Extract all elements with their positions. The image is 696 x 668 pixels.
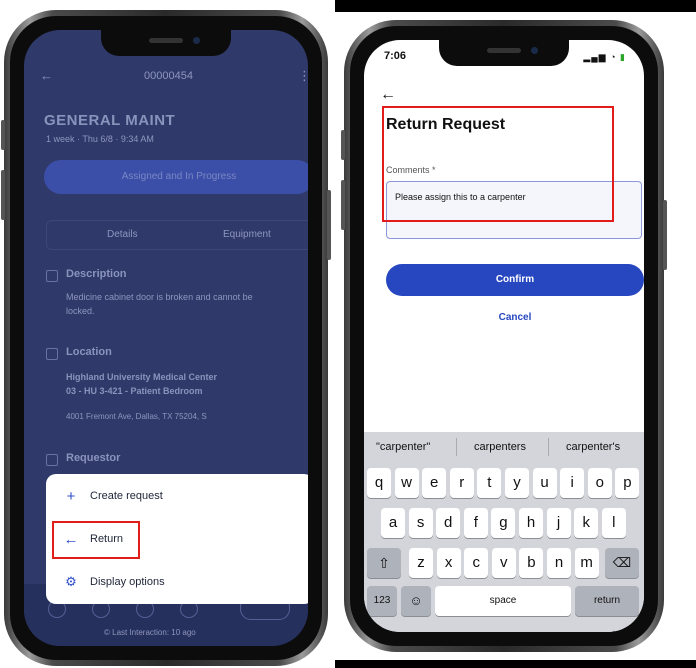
right-phone-frame: 7:06 ▂▄▆ ◔ ▮ ← Return Request Comments *…: [341, 20, 667, 652]
suggestion-3[interactable]: carpenter's: [566, 441, 620, 453]
location-label: Location: [66, 346, 112, 358]
return-key[interactable]: return: [575, 586, 639, 616]
status-icons: ▂▄▆ ◔ ▮: [583, 52, 626, 63]
location-name-line1: Highland University Medical Center: [66, 372, 218, 382]
key-b[interactable]: b: [519, 548, 544, 578]
signal-icon: ▂▄▆: [583, 52, 607, 62]
key-l[interactable]: l: [601, 508, 626, 538]
left-screen: ← 00000454 ⋮ GENERAL MAINT 1 week · Thu …: [24, 30, 308, 646]
key-n[interactable]: n: [547, 548, 571, 578]
key-g[interactable]: g: [491, 508, 516, 538]
key-m[interactable]: m: [574, 548, 599, 578]
work-order-id: 00000454: [144, 70, 193, 82]
location-address: 4001 Fremont Ave, Dallas, TX 75204, S: [66, 412, 207, 421]
location-name-line2: 03 - HU 3-421 - Patient Bedroom: [66, 386, 203, 396]
wifi-icon: ◔: [610, 52, 617, 62]
notch: [439, 40, 569, 66]
volume-up-button: [1, 170, 5, 220]
suggestion-1[interactable]: "carpenter": [376, 441, 430, 453]
key-y[interactable]: y: [505, 468, 529, 498]
more-icon[interactable]: ⋮: [298, 68, 308, 84]
key-t[interactable]: t: [477, 468, 502, 498]
key-s[interactable]: s: [408, 508, 433, 538]
right-screen: 7:06 ▂▄▆ ◔ ▮ ← Return Request Comments *…: [364, 40, 644, 632]
key-u[interactable]: u: [532, 468, 557, 498]
key-i[interactable]: i: [560, 468, 585, 498]
key-x[interactable]: x: [436, 548, 461, 578]
key-p[interactable]: p: [615, 468, 640, 498]
last-interaction-text: © Last Interaction: 10 ago: [104, 628, 196, 637]
key-j[interactable]: j: [546, 508, 571, 538]
volume-up-button: [341, 180, 345, 230]
tab-details[interactable]: Details: [107, 229, 138, 240]
title-comments-highlight-box: [382, 106, 614, 222]
cancel-button[interactable]: Cancel: [386, 312, 644, 323]
requestor-label: Requestor: [66, 452, 121, 464]
key-f[interactable]: f: [463, 508, 488, 538]
key-k[interactable]: k: [574, 508, 599, 538]
back-arrow-icon[interactable]: ←: [380, 86, 396, 104]
requestor-icon: [46, 454, 58, 466]
key-d[interactable]: d: [436, 508, 461, 538]
battery-icon: ▮: [620, 52, 626, 62]
power-button: [327, 190, 331, 260]
space-key[interactable]: space: [435, 586, 571, 616]
tab-equipment[interactable]: Equipment: [223, 229, 271, 240]
shift-key[interactable]: ⇧: [367, 548, 401, 578]
display-options-label: Display options: [90, 576, 165, 588]
status-time: 7:06: [384, 50, 407, 62]
emoji-key[interactable]: ☺: [401, 586, 431, 616]
key-c[interactable]: c: [464, 548, 489, 578]
key-v[interactable]: v: [491, 548, 516, 578]
bottom-border: [335, 660, 696, 668]
tab-bar: Details Equipment: [46, 220, 308, 250]
description-text-line1: Medicine cabinet door is broken and cann…: [66, 292, 253, 302]
back-arrow-icon[interactable]: ←: [40, 68, 53, 83]
suggestion-bar: "carpenter" carpenters carpenter's: [364, 432, 644, 462]
key-w[interactable]: w: [394, 468, 419, 498]
suggestion-2[interactable]: carpenters: [474, 441, 526, 453]
status-pill[interactable]: Assigned and In Progress: [44, 160, 308, 194]
keyboard: "carpenter" carpenters carpenter's qwert…: [364, 432, 644, 632]
microphone-icon[interactable]: 🎙: [606, 630, 624, 632]
key-z[interactable]: z: [409, 548, 433, 578]
top-border: [335, 0, 696, 12]
location-icon: [46, 348, 58, 360]
key-q[interactable]: q: [367, 468, 391, 498]
power-button: [663, 200, 667, 270]
plus-icon: +: [66, 487, 76, 505]
key-a[interactable]: a: [381, 508, 405, 538]
mute-switch: [341, 130, 345, 160]
notch: [101, 30, 231, 56]
action-sheet: + Create request ← Return ⚙ Display opti…: [46, 474, 308, 604]
work-order-title: GENERAL MAINT: [44, 112, 176, 129]
return-highlight-box: [52, 521, 140, 559]
create-request-label: Create request: [90, 490, 163, 502]
key-h[interactable]: h: [519, 508, 543, 538]
confirm-button[interactable]: Confirm: [386, 264, 644, 296]
create-request-item[interactable]: + Create request: [62, 484, 163, 508]
description-label: Description: [66, 268, 127, 280]
key-r[interactable]: r: [449, 468, 474, 498]
work-order-subtitle: 1 week · Thu 6/8 · 9:34 AM: [46, 134, 154, 144]
description-icon: [46, 270, 58, 282]
description-text-line2: locked.: [66, 306, 95, 316]
numbers-key[interactable]: 123: [367, 586, 397, 616]
display-options-item[interactable]: ⚙ Display options: [62, 570, 165, 594]
key-o[interactable]: o: [587, 468, 612, 498]
backspace-key[interactable]: ⌫: [605, 548, 639, 578]
gear-icon: ⚙: [65, 574, 77, 589]
left-phone-frame: ← 00000454 ⋮ GENERAL MAINT 1 week · Thu …: [1, 10, 331, 666]
mute-switch: [1, 120, 5, 150]
key-e[interactable]: e: [422, 468, 447, 498]
